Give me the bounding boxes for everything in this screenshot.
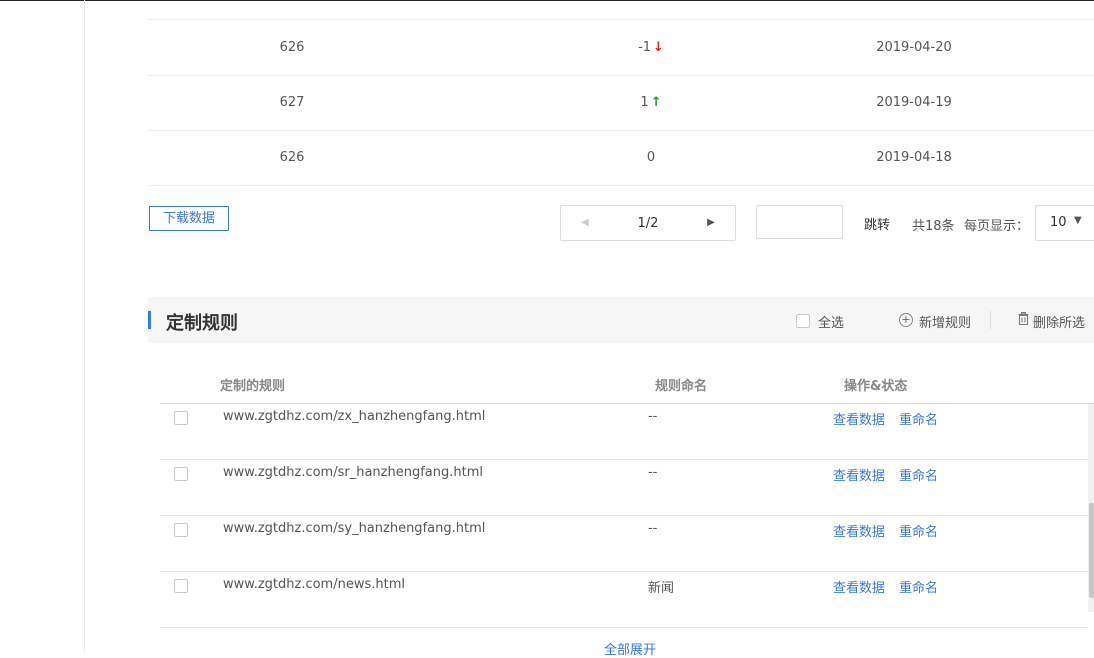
row-checkbox[interactable] bbox=[174, 411, 188, 425]
sidebar-divider bbox=[84, 0, 85, 653]
page-indicator: 1/2 bbox=[637, 216, 659, 231]
divider bbox=[990, 311, 991, 329]
change-value: 1 bbox=[640, 95, 649, 110]
delete-selected-button[interactable]: 删除所选 bbox=[1033, 312, 1085, 331]
scrollbar-thumb[interactable] bbox=[1089, 503, 1094, 598]
per-page-value: 10 bbox=[1050, 215, 1067, 230]
table-row: 627 1 ↑ 2019-04-19 bbox=[148, 75, 1094, 131]
pagination: ◀ 1/2 ▶ bbox=[560, 205, 736, 241]
total-count: 共18条 bbox=[912, 219, 955, 234]
rule-url: www.zgtdhz.com/sy_hanzhengfang.html bbox=[223, 521, 486, 536]
jump-button[interactable]: 跳转 bbox=[864, 214, 890, 233]
rule-row: www.zgtdhz.com/zx_hanzhengfang.html -- 查… bbox=[160, 404, 1088, 460]
per-page-select[interactable]: 10 ▼ bbox=[1035, 205, 1094, 241]
download-data-button[interactable]: 下载数据 bbox=[149, 206, 229, 231]
change-cell: 0 bbox=[591, 130, 711, 185]
column-header-name: 规则命名 bbox=[655, 379, 708, 394]
rules-section-header: 定制规则 全选 + 新增规则 删除所选 bbox=[148, 297, 1094, 343]
change-cell: 1 ↑ bbox=[591, 75, 711, 130]
rename-link[interactable]: 重命名 bbox=[899, 465, 938, 484]
arrow-up-icon: ↑ bbox=[650, 95, 662, 110]
next-page-icon[interactable]: ▶ bbox=[691, 206, 731, 240]
top-edge-line bbox=[0, 0, 1094, 1]
rule-url: www.zgtdhz.com/news.html bbox=[223, 577, 405, 592]
select-all-checkbox[interactable] bbox=[796, 314, 810, 328]
rule-row: www.zgtdhz.com/news.html 新闻 查看数据 重命名 bbox=[160, 572, 1088, 628]
view-data-link[interactable]: 查看数据 bbox=[833, 409, 885, 428]
column-header-rule: 定制的规则 bbox=[220, 379, 286, 394]
caret-down-icon: ▼ bbox=[1074, 215, 1082, 226]
table-row: 626 0 2019-04-18 bbox=[148, 130, 1094, 186]
trash-icon[interactable] bbox=[1018, 312, 1029, 325]
rename-link[interactable]: 重命名 bbox=[899, 409, 938, 428]
section-title: 定制规则 bbox=[166, 313, 238, 334]
value-cell: 627 bbox=[279, 95, 305, 110]
rule-name: 新闻 bbox=[648, 581, 675, 596]
view-data-link[interactable]: 查看数据 bbox=[833, 521, 885, 540]
column-header-actions: 操作&状态 bbox=[844, 379, 908, 394]
date-cell: 2019-04-19 bbox=[876, 95, 952, 110]
row-checkbox[interactable] bbox=[174, 467, 188, 481]
plus-circle-icon[interactable]: + bbox=[899, 313, 913, 327]
rename-link[interactable]: 重命名 bbox=[899, 521, 938, 540]
date-cell: 2019-04-20 bbox=[876, 40, 952, 55]
add-rule-button[interactable]: 新增规则 bbox=[919, 312, 971, 331]
arrow-down-icon: ↓ bbox=[653, 40, 664, 55]
value-cell: 626 bbox=[279, 150, 305, 165]
rule-row: www.zgtdhz.com/sr_hanzhengfang.html -- 查… bbox=[160, 460, 1088, 516]
rule-url: www.zgtdhz.com/zx_hanzhengfang.html bbox=[223, 409, 486, 424]
change-cell: -1 ↓ bbox=[591, 20, 711, 75]
rule-name: -- bbox=[648, 465, 658, 480]
rule-name: -- bbox=[648, 521, 658, 536]
rule-row: www.zgtdhz.com/sy_hanzhengfang.html -- 查… bbox=[160, 516, 1088, 572]
section-accent-bar bbox=[148, 311, 151, 329]
expand-all-link[interactable]: 全部展开 bbox=[604, 639, 656, 658]
change-value: 0 bbox=[646, 150, 656, 165]
row-checkbox[interactable] bbox=[174, 523, 188, 537]
change-value: -1 bbox=[638, 40, 652, 55]
select-all-label[interactable]: 全选 bbox=[818, 312, 844, 331]
rule-name: -- bbox=[648, 409, 658, 424]
rule-url: www.zgtdhz.com/sr_hanzhengfang.html bbox=[223, 465, 483, 480]
jump-page-input[interactable] bbox=[756, 205, 843, 239]
prev-page-icon[interactable]: ◀ bbox=[565, 206, 605, 240]
value-cell: 626 bbox=[279, 40, 305, 55]
per-page-label: 每页显示： bbox=[964, 219, 1030, 234]
row-checkbox[interactable] bbox=[174, 579, 188, 593]
view-data-link[interactable]: 查看数据 bbox=[833, 577, 885, 596]
view-data-link[interactable]: 查看数据 bbox=[833, 465, 885, 484]
rename-link[interactable]: 重命名 bbox=[899, 577, 938, 596]
table-row: 626 -1 ↓ 2019-04-20 bbox=[148, 20, 1094, 76]
date-cell: 2019-04-18 bbox=[876, 150, 952, 165]
